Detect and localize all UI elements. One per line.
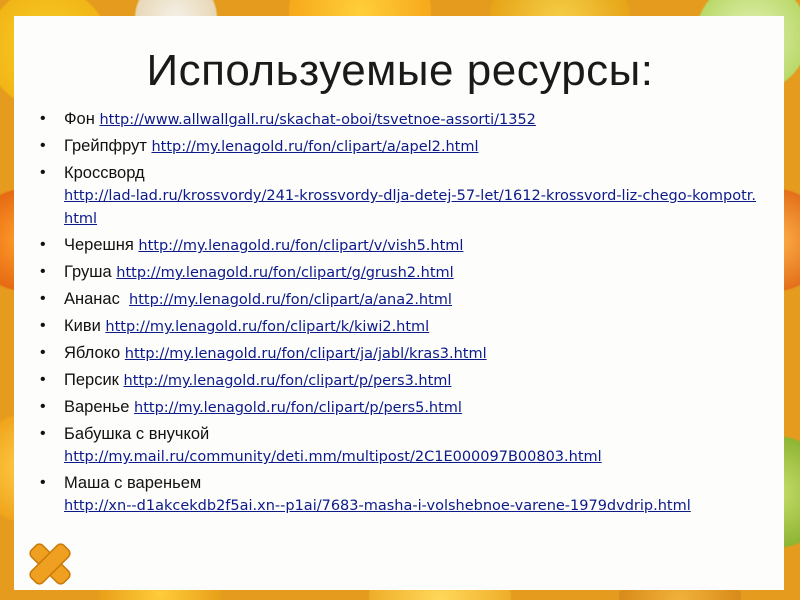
resource-link[interactable]: http://my.mail.ru/community/deti.mm/mult… bbox=[64, 449, 602, 465]
resource-link[interactable]: http://my.lenagold.ru/fon/clipart/a/apel… bbox=[151, 139, 478, 155]
item-label: Маша с вареньем bbox=[64, 474, 202, 492]
bullet-icon: • bbox=[40, 344, 46, 361]
bullet-icon: • bbox=[40, 110, 46, 127]
bullet-icon: • bbox=[40, 317, 46, 334]
item-label: Киви bbox=[64, 317, 101, 335]
bullet-icon: • bbox=[40, 398, 46, 415]
list-item: • Груша http://my.lenagold.ru/fon/clipart… bbox=[36, 261, 758, 284]
bullet-icon: • bbox=[40, 263, 46, 280]
item-label: Персик bbox=[64, 371, 119, 389]
bullet-icon: • bbox=[40, 236, 46, 253]
list-item: • Ананас http://my.lenagold.ru/fon/clipar… bbox=[36, 288, 758, 311]
list-item: • Киви http://my.lenagold.ru/fon/clipart/… bbox=[36, 315, 758, 338]
item-label: Ананас bbox=[64, 290, 120, 308]
resource-link[interactable]: http://my.lenagold.ru/fon/clipart/ja/jab… bbox=[125, 346, 487, 362]
resource-link[interactable]: http://my.lenagold.ru/fon/clipart/a/ana2… bbox=[129, 292, 452, 308]
list-item: • Бабушка с внучкой http://my.mail.ru/comm… bbox=[36, 423, 758, 468]
resource-link[interactable]: http://my.lenagold.ru/fon/clipart/v/vish… bbox=[138, 238, 463, 254]
list-item: • Варенье http://my.lenagold.ru/fon/clipa… bbox=[36, 396, 758, 419]
list-item: • Маша с вареньем http://xn--d1akcekdb2f5a… bbox=[36, 472, 758, 517]
item-label: Грейпфрут bbox=[64, 137, 147, 155]
item-label: Варенье bbox=[64, 398, 130, 416]
list-item: • Персик http://my.lenagold.ru/fon/clipar… bbox=[36, 369, 758, 392]
item-label: Черешня bbox=[64, 236, 134, 254]
bullet-icon: • bbox=[40, 290, 46, 307]
list-item: • Черешня http://my.lenagold.ru/fon/clipa… bbox=[36, 234, 758, 257]
resource-link[interactable]: http://my.lenagold.ru/fon/clipart/p/pers… bbox=[124, 373, 452, 389]
item-label: Яблоко bbox=[64, 344, 121, 362]
item-label: Бабушка с внучкой bbox=[64, 425, 210, 443]
resource-link[interactable]: http://my.lenagold.ru/fon/clipart/p/pers… bbox=[134, 400, 462, 416]
list-item: • Грейпфрут http://my.lenagold.ru/fon/cli… bbox=[36, 135, 758, 158]
resource-link[interactable]: http://xn--d1akcekdb2f5ai.xn--p1ai/7683-… bbox=[64, 498, 691, 514]
bullet-icon: • bbox=[40, 164, 46, 181]
bullet-icon: • bbox=[40, 425, 46, 442]
list-item: • Фон http://www.allwallgall.ru/skachat-o… bbox=[36, 108, 758, 131]
item-label: Груша bbox=[64, 263, 112, 281]
bullet-icon: • bbox=[40, 137, 46, 154]
resource-list: • Фон http://www.allwallgall.ru/skachat-o… bbox=[36, 108, 758, 521]
resource-link[interactable]: http://my.lenagold.ru/fon/clipart/k/kiwi… bbox=[105, 319, 429, 335]
close-icon bbox=[29, 543, 71, 585]
item-label: Кроссворд bbox=[64, 164, 145, 182]
close-button[interactable] bbox=[24, 538, 76, 590]
list-item: • Кроссворд http://lad-lad.ru/krossvordy/2… bbox=[36, 162, 758, 230]
item-label: Фон bbox=[64, 110, 95, 128]
resource-link[interactable]: http://my.lenagold.ru/fon/clipart/g/grus… bbox=[116, 265, 453, 281]
page-title: Используемые ресурсы: bbox=[146, 46, 654, 95]
resource-link[interactable]: http://lad-lad.ru/krossvordy/241-krossvo… bbox=[64, 188, 756, 227]
list-item: • Яблоко http://my.lenagold.ru/fon/clipar… bbox=[36, 342, 758, 365]
bullet-icon: • bbox=[40, 371, 46, 388]
bullet-icon: • bbox=[40, 474, 46, 491]
resource-link[interactable]: http://www.allwallgall.ru/skachat-oboi/t… bbox=[99, 112, 535, 128]
